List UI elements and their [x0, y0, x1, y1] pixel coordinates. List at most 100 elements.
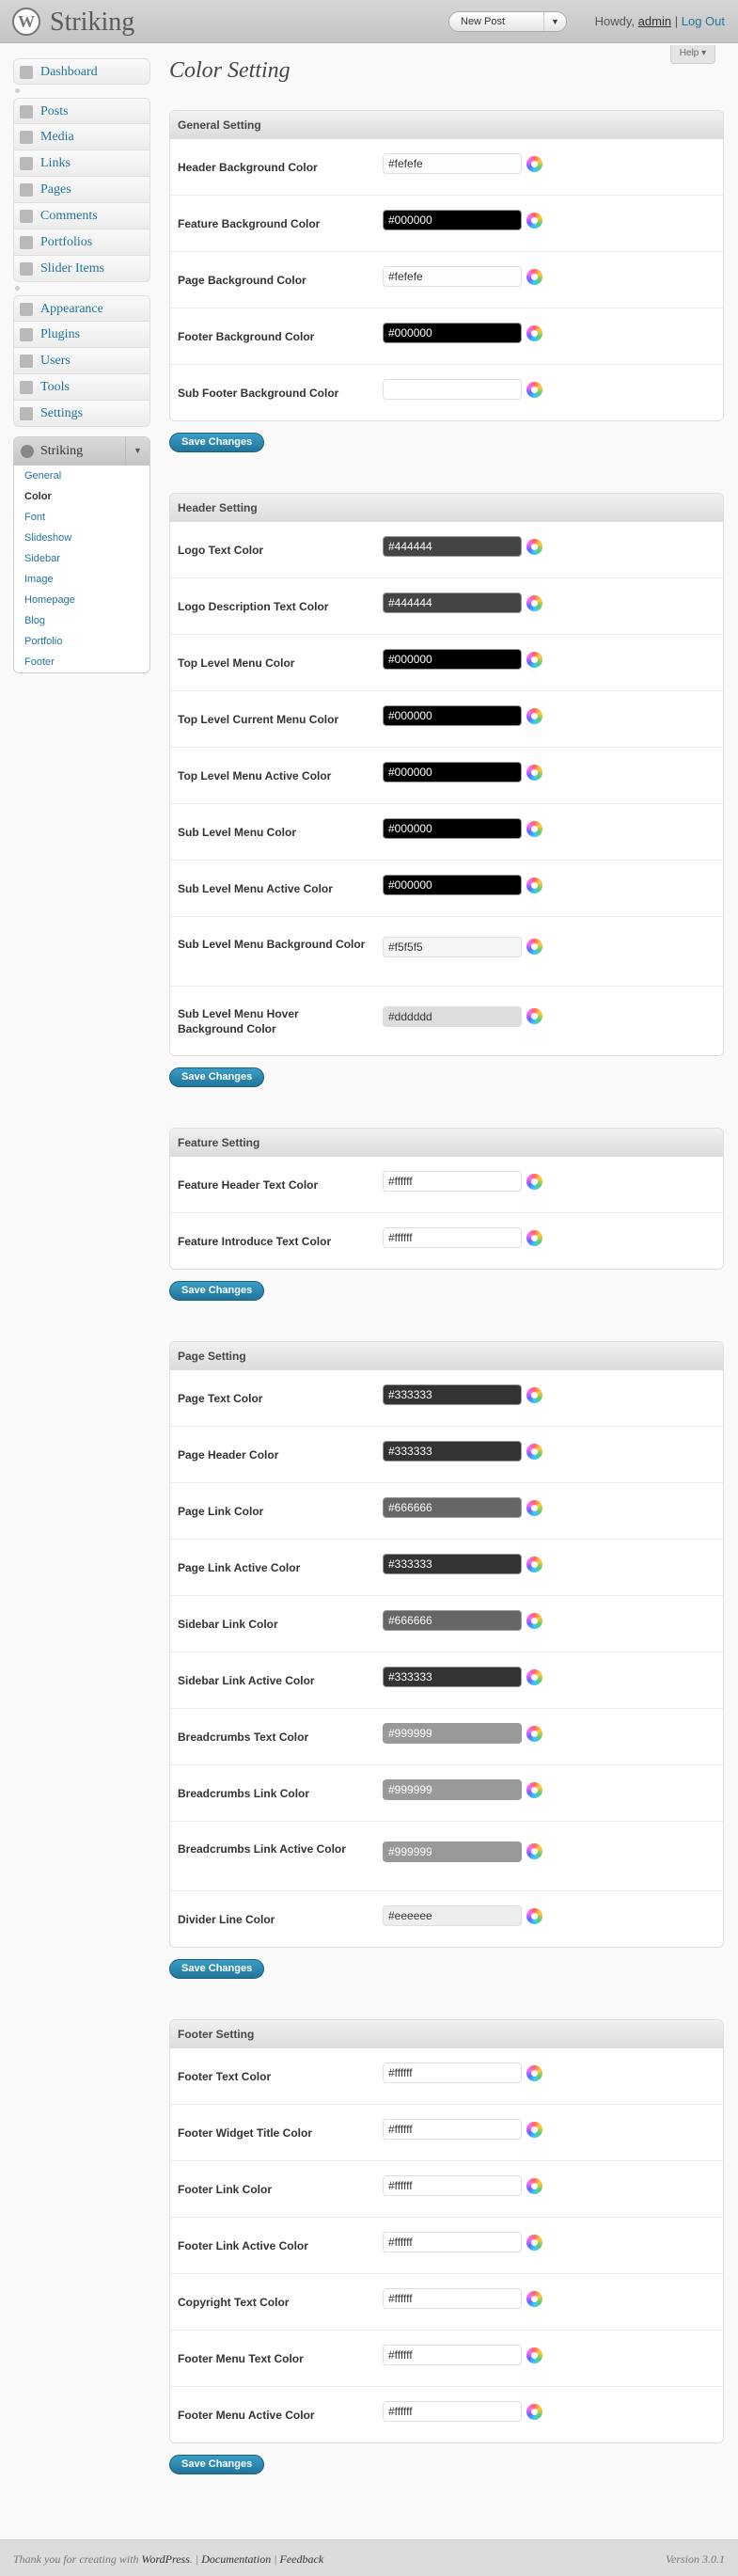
save-changes-button[interactable]: Save Changes — [169, 1067, 265, 1087]
color-picker-icon[interactable] — [526, 269, 542, 285]
color-picker-icon[interactable] — [526, 765, 542, 781]
menu-item-media[interactable]: Media — [13, 124, 150, 150]
menu-item-label[interactable]: Slider Items — [40, 261, 104, 277]
color-picker-icon[interactable] — [526, 595, 542, 611]
color-picker-icon[interactable] — [526, 1500, 542, 1516]
menu-item-label[interactable]: Dashboard — [40, 65, 98, 80]
footer-text-color-field[interactable]: #ffffff — [383, 2062, 522, 2083]
color-picker-icon[interactable] — [526, 2404, 542, 2420]
color-picker-icon[interactable] — [526, 539, 542, 555]
top-level-menu-color-field[interactable]: #000000 — [383, 649, 522, 670]
top-level-menu-active-color-field[interactable]: #000000 — [383, 762, 522, 782]
save-changes-button[interactable]: Save Changes — [169, 1959, 265, 1979]
color-picker-icon[interactable] — [526, 1174, 542, 1190]
save-changes-button[interactable]: Save Changes — [169, 2455, 265, 2474]
color-picker-icon[interactable] — [526, 1669, 542, 1685]
color-picker-icon[interactable] — [526, 1613, 542, 1629]
logo-text-color-field[interactable]: #444444 — [383, 536, 522, 557]
sub-level-menu-active-color-field[interactable]: #000000 — [383, 875, 522, 895]
menu-item-label[interactable]: Striking — [40, 444, 83, 459]
menu-item-label[interactable]: Portfolios — [40, 235, 92, 250]
submenu-item-color[interactable]: Color — [14, 486, 149, 507]
menu-item-users[interactable]: Users — [13, 348, 150, 374]
documentation-link[interactable]: Documentation — [201, 2552, 271, 2566]
logout-link[interactable]: Log Out — [682, 14, 725, 28]
copyright-text-color-field[interactable]: #ffffff — [383, 2288, 522, 2309]
color-picker-icon[interactable] — [526, 382, 542, 398]
sidebar-link-active-color-field[interactable]: #333333 — [383, 1667, 522, 1687]
submenu-item-portfolio[interactable]: Portfolio — [14, 631, 149, 652]
menu-item-dashboard[interactable]: Dashboard — [13, 58, 150, 85]
menu-item-label[interactable]: Links — [40, 156, 71, 171]
footer-widget-title-color-field[interactable]: #ffffff — [383, 2119, 522, 2140]
page-link-color-field[interactable]: #666666 — [383, 1497, 522, 1518]
menu-item-label[interactable]: Posts — [40, 104, 69, 119]
sub-level-menu-hover-background-color-field[interactable]: #dddddd — [383, 1006, 522, 1027]
page-text-color-field[interactable]: #333333 — [383, 1384, 522, 1405]
menu-item-label[interactable]: Settings — [40, 406, 83, 421]
menu-item-portfolios[interactable]: Portfolios — [13, 229, 150, 256]
color-picker-icon[interactable] — [526, 2291, 542, 2307]
help-tab[interactable]: Help ▾ — [670, 45, 715, 64]
page-background-color-field[interactable]: #fefefe — [383, 266, 522, 287]
color-picker-icon[interactable] — [526, 1387, 542, 1403]
favorite-actions-dropdown[interactable]: New Post ▼ — [448, 11, 567, 32]
site-title[interactable]: Striking — [50, 8, 134, 38]
color-picker-icon[interactable] — [526, 2178, 542, 2194]
color-picker-icon[interactable] — [526, 2235, 542, 2251]
color-picker-icon[interactable] — [526, 1843, 542, 1859]
color-picker-icon[interactable] — [526, 325, 542, 341]
color-picker-icon[interactable] — [526, 708, 542, 724]
menu-item-pages[interactable]: Pages — [13, 177, 150, 203]
color-picker-icon[interactable] — [526, 1008, 542, 1024]
color-picker-icon[interactable] — [526, 2065, 542, 2081]
color-picker-icon[interactable] — [526, 1230, 542, 1246]
menu-item-label[interactable]: Pages — [40, 182, 71, 198]
page-link-active-color-field[interactable]: #333333 — [383, 1554, 522, 1574]
top-level-current-menu-color-field[interactable]: #000000 — [383, 705, 522, 726]
menu-item-appearance[interactable]: Appearance — [13, 295, 150, 322]
color-picker-icon[interactable] — [526, 2122, 542, 2138]
color-picker-icon[interactable] — [526, 1444, 542, 1460]
color-picker-icon[interactable] — [526, 821, 542, 837]
menu-item-label[interactable]: Media — [40, 130, 74, 145]
footer-menu-text-color-field[interactable]: #ffffff — [383, 2345, 522, 2365]
color-picker-icon[interactable] — [526, 877, 542, 893]
color-picker-icon[interactable] — [526, 1726, 542, 1742]
breadcrumbs-link-color-field[interactable]: #999999 — [383, 1779, 522, 1800]
submenu-item-blog[interactable]: Blog — [14, 610, 149, 631]
breadcrumbs-text-color-field[interactable]: #999999 — [383, 1723, 522, 1744]
footer-background-color-field[interactable]: #000000 — [383, 323, 522, 343]
menu-item-label[interactable]: Users — [40, 354, 71, 369]
sub-footer-background-color-field[interactable] — [383, 379, 522, 400]
color-picker-icon[interactable] — [526, 939, 542, 955]
menu-item-settings[interactable]: Settings — [13, 401, 150, 427]
logo-description-text-color-field[interactable]: #444444 — [383, 593, 522, 613]
sidebar-link-color-field[interactable]: #666666 — [383, 1610, 522, 1631]
submenu-item-slideshow[interactable]: Slideshow — [14, 528, 149, 548]
breadcrumbs-link-active-color-field[interactable]: #999999 — [383, 1841, 522, 1862]
color-picker-icon[interactable] — [526, 1782, 542, 1798]
feature-background-color-field[interactable]: #000000 — [383, 210, 522, 230]
submenu-item-font[interactable]: Font — [14, 507, 149, 528]
footer-link-active-color-field[interactable]: #ffffff — [383, 2232, 522, 2252]
submenu-item-homepage[interactable]: Homepage — [14, 590, 149, 610]
submenu-item-sidebar[interactable]: Sidebar — [14, 548, 149, 569]
header-background-color-field[interactable]: #fefefe — [383, 153, 522, 174]
submenu-item-general[interactable]: General — [14, 466, 149, 486]
color-picker-icon[interactable] — [526, 652, 542, 668]
menu-item-label[interactable]: Tools — [40, 380, 70, 395]
feedback-link[interactable]: Feedback — [280, 2552, 324, 2566]
menu-item-label[interactable]: Appearance — [40, 302, 103, 317]
feature-header-text-color-field[interactable]: #ffffff — [383, 1171, 522, 1192]
menu-item-slider-items[interactable]: Slider Items — [13, 256, 150, 282]
wordpress-logo-icon[interactable]: W — [12, 8, 40, 36]
menu-item-posts[interactable]: Posts — [13, 98, 150, 124]
color-picker-icon[interactable] — [526, 213, 542, 229]
sub-level-menu-background-color-field[interactable]: #f5f5f5 — [383, 937, 522, 957]
color-picker-icon[interactable] — [526, 156, 542, 172]
menu-item-striking[interactable]: Striking ▼ — [14, 437, 149, 466]
menu-item-tools[interactable]: Tools — [13, 374, 150, 401]
chevron-down-icon[interactable]: ▼ — [543, 12, 566, 31]
save-changes-button[interactable]: Save Changes — [169, 433, 265, 452]
